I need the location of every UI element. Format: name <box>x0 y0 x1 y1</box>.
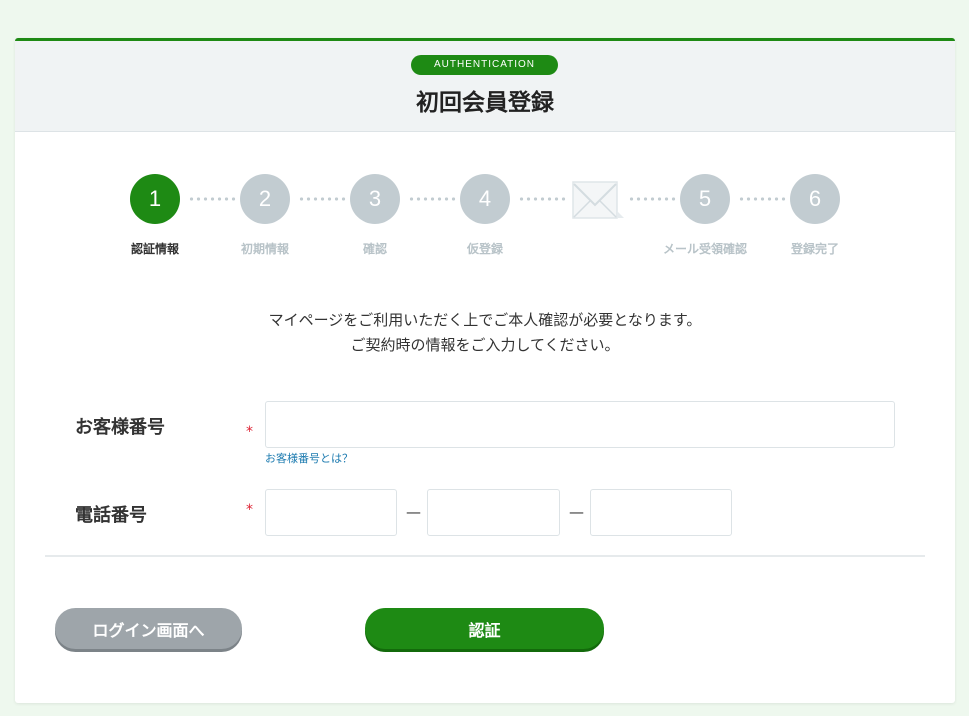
phone-part-3-input[interactable] <box>590 489 732 536</box>
login-screen-button[interactable]: ログイン画面へ <box>55 608 242 649</box>
step-4-circle: 4 <box>460 174 510 224</box>
phone-separator: — <box>406 503 421 521</box>
card-header: AUTHENTICATION 初回会員登録 <box>15 41 955 132</box>
phone-label: 電話番号 <box>75 505 147 526</box>
form-divider <box>45 555 925 557</box>
step-4-label: 仮登録 <box>466 242 503 256</box>
intro-line-2: ご契約時の情報をご入力してください。 <box>350 336 620 354</box>
mail-icon <box>572 181 624 219</box>
step-1-label: 認証情報 <box>130 242 179 256</box>
required-mark: * <box>246 502 253 518</box>
step-2-circle: 2 <box>240 174 290 224</box>
step-3-label: 確認 <box>362 242 387 256</box>
authenticate-button[interactable]: 認証 <box>365 608 604 649</box>
step-connector <box>628 197 676 201</box>
intro-line-1: マイページをご利用いただく上でご本人確認が必要となります。 <box>268 311 702 329</box>
page-title: 初回会員登録 <box>416 90 554 116</box>
phone-part-2-input[interactable] <box>427 489 560 536</box>
step-6-circle: 6 <box>790 174 840 224</box>
step-5-circle: 5 <box>680 174 730 224</box>
step-2-label: 初期情報 <box>240 242 289 256</box>
step-connector <box>408 197 456 201</box>
step-5-label: メール受領確認 <box>662 242 747 256</box>
customer-number-help-link[interactable]: お客様番号とは？ <box>265 450 353 466</box>
authentication-badge: AUTHENTICATION <box>411 55 558 75</box>
step-connector <box>738 197 786 201</box>
step-connector <box>518 197 566 201</box>
step-1-circle: 1 <box>130 174 180 224</box>
customer-number-input[interactable] <box>265 401 895 448</box>
registration-card: AUTHENTICATION 初回会員登録 1 認証情報 2 初期情報 3 確認… <box>15 38 955 703</box>
step-6-label: 登録完了 <box>790 242 839 256</box>
step-connector <box>188 197 236 201</box>
phone-part-1-input[interactable] <box>265 489 397 536</box>
step-3-circle: 3 <box>350 174 400 224</box>
step-connector <box>298 197 346 201</box>
phone-separator: — <box>569 503 584 521</box>
required-mark: * <box>246 424 253 440</box>
customer-number-label: お客様番号 <box>75 417 165 438</box>
